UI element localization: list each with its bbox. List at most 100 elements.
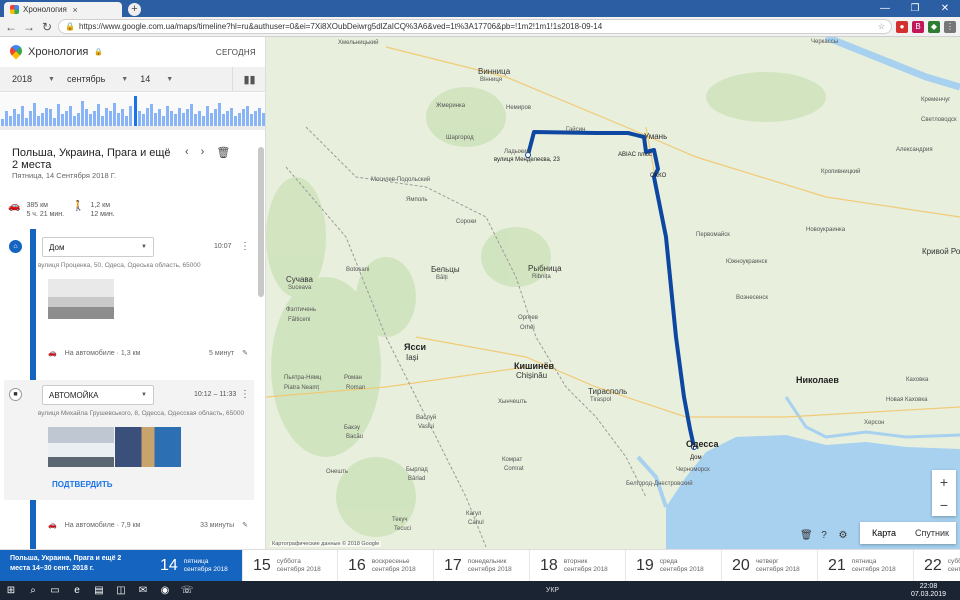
extension-icon[interactable]: ◆ [928, 20, 940, 33]
task-view-icon[interactable]: ▭ [48, 584, 62, 598]
bookmark-star-icon[interactable]: ☆ [878, 22, 885, 31]
histogram-bar[interactable] [181, 112, 185, 126]
place-select[interactable]: АВТОМОЙКА ▼ [42, 385, 154, 405]
histogram-bar[interactable] [93, 111, 97, 126]
trip-range-card[interactable]: Польша, Украина, Прага и ещё 2 места 14–… [0, 550, 150, 582]
gear-icon[interactable]: ⚙ [837, 530, 849, 542]
url-input[interactable]: 🔒 https://www.google.com.ua/maps/timelin… [58, 19, 892, 34]
histogram-bar[interactable] [52, 117, 56, 126]
place-photo[interactable] [48, 279, 114, 319]
route-pin-label[interactable]: ABIAC плюс [618, 152, 652, 158]
histogram-bar[interactable] [8, 116, 12, 126]
day-card[interactable]: 20 четверг сентября 2018 [722, 550, 818, 582]
chrome-icon[interactable]: ◉ [158, 584, 172, 598]
histogram-bar[interactable] [16, 114, 20, 126]
mail-icon[interactable]: ✉ [136, 584, 150, 598]
tab-close-icon[interactable]: × [73, 5, 123, 15]
tray-language[interactable]: УКР [546, 587, 559, 594]
histogram-bar[interactable] [105, 107, 109, 126]
bar-chart-icon[interactable]: ▮▮ [232, 66, 265, 92]
day-card[interactable]: 15 суббота сентября 2018 [243, 550, 338, 582]
histogram-bar[interactable] [4, 111, 8, 126]
histogram-bar[interactable] [12, 109, 16, 126]
back-icon[interactable]: ← [4, 20, 18, 34]
histogram-bar[interactable] [64, 111, 68, 126]
day-card[interactable]: 16 воскресенье сентября 2018 [338, 550, 434, 582]
histogram-bar[interactable] [121, 109, 125, 126]
map-canvas[interactable]: Хмельницький Винница Вінниця Черкассы Кр… [266, 37, 960, 549]
route-pin-label[interactable]: Дом [690, 455, 702, 461]
histogram-bar[interactable] [69, 106, 73, 126]
edit-icon[interactable]: ✎ [242, 521, 248, 529]
histogram-bar[interactable] [185, 109, 189, 126]
minimize-icon[interactable]: — [870, 0, 900, 17]
histogram-bar[interactable] [117, 112, 121, 126]
maximize-icon[interactable]: ❐ [900, 0, 930, 17]
histogram-bar[interactable] [81, 101, 85, 126]
histogram-bar[interactable] [56, 104, 60, 126]
histogram-bar[interactable] [173, 114, 177, 126]
histogram-bar[interactable] [153, 112, 157, 126]
histogram-bar[interactable] [125, 116, 129, 126]
histogram-bar[interactable] [145, 107, 149, 126]
place-photo[interactable] [48, 427, 114, 467]
prev-day-icon[interactable]: ‹ [185, 146, 189, 159]
year-select[interactable]: 2018 ▼ [0, 74, 55, 84]
histogram-bar[interactable] [234, 116, 238, 126]
day-card[interactable]: 17 понедельник сентября 2018 [434, 550, 530, 582]
histogram-bar[interactable] [246, 106, 250, 126]
route-pin-label[interactable]: вулиця Менделеєва, 23 [494, 157, 560, 163]
histogram-bar[interactable] [258, 107, 262, 126]
histogram-bar[interactable] [197, 111, 201, 126]
histogram-bar[interactable] [202, 116, 206, 126]
histogram-bar[interactable] [137, 111, 141, 126]
histogram-bar[interactable] [0, 119, 4, 126]
extension-icon[interactable]: В [912, 20, 924, 33]
histogram-bar[interactable] [109, 111, 113, 126]
histogram-bar[interactable] [193, 114, 197, 126]
reload-icon[interactable]: ↻ [40, 20, 54, 34]
histogram-bar[interactable] [218, 102, 222, 126]
today-button[interactable]: СЕГОДНЯ [216, 48, 256, 57]
histogram-bar[interactable] [157, 109, 161, 126]
system-clock[interactable]: 22:08 07.03.2019 [911, 583, 956, 599]
place-select[interactable]: Дом ▼ [42, 237, 154, 257]
histogram-bar[interactable] [177, 107, 181, 126]
histogram-bar[interactable] [242, 109, 246, 126]
histogram-bar[interactable] [77, 112, 81, 126]
histogram-bar[interactable] [222, 114, 226, 126]
histogram-bar[interactable] [230, 107, 234, 126]
histogram-bar[interactable] [141, 114, 145, 126]
histogram-bar[interactable] [250, 114, 254, 126]
histogram-bar[interactable] [133, 96, 137, 126]
histogram-bar[interactable] [101, 116, 105, 126]
day-card[interactable]: 21 пятница сентября 2018 [818, 550, 914, 582]
histogram-bar[interactable] [210, 112, 214, 126]
histogram-bar[interactable] [60, 114, 64, 126]
histogram-bar[interactable] [36, 116, 40, 126]
day-card[interactable]: 18 вторник сентября 2018 [530, 550, 626, 582]
histogram-bar[interactable] [85, 109, 89, 126]
histogram-bar[interactable] [32, 102, 36, 126]
help-icon[interactable]: ? [818, 530, 830, 542]
histogram-bar[interactable] [40, 112, 44, 126]
histogram-bar[interactable] [28, 111, 32, 126]
histogram-bar[interactable] [206, 106, 210, 126]
store-icon[interactable]: ◫ [114, 584, 128, 598]
next-day-icon[interactable]: › [201, 146, 205, 159]
histogram-bar[interactable] [44, 107, 48, 126]
trip-segment[interactable]: 🚗 На автомобиле · 1,3 км 5 минут ✎ [48, 349, 248, 358]
histogram-bar[interactable] [113, 102, 117, 126]
histogram-bar[interactable] [89, 114, 93, 126]
confirm-button[interactable]: ПОДТВЕРДИТЬ [52, 480, 112, 489]
histogram-bar[interactable] [214, 109, 218, 126]
edge-icon[interactable]: e [70, 584, 84, 598]
route-pin-label[interactable]: ОККО [650, 173, 666, 179]
histogram-bar[interactable] [161, 116, 165, 126]
close-window-icon[interactable]: ✕ [930, 0, 960, 17]
edit-icon[interactable]: ✎ [242, 349, 248, 357]
search-icon[interactable]: ⌕ [26, 584, 40, 598]
windows-start-icon[interactable]: ⊞ [4, 584, 18, 598]
zoom-out-button[interactable]: − [932, 493, 956, 516]
viber-icon[interactable]: ☏ [180, 584, 194, 598]
